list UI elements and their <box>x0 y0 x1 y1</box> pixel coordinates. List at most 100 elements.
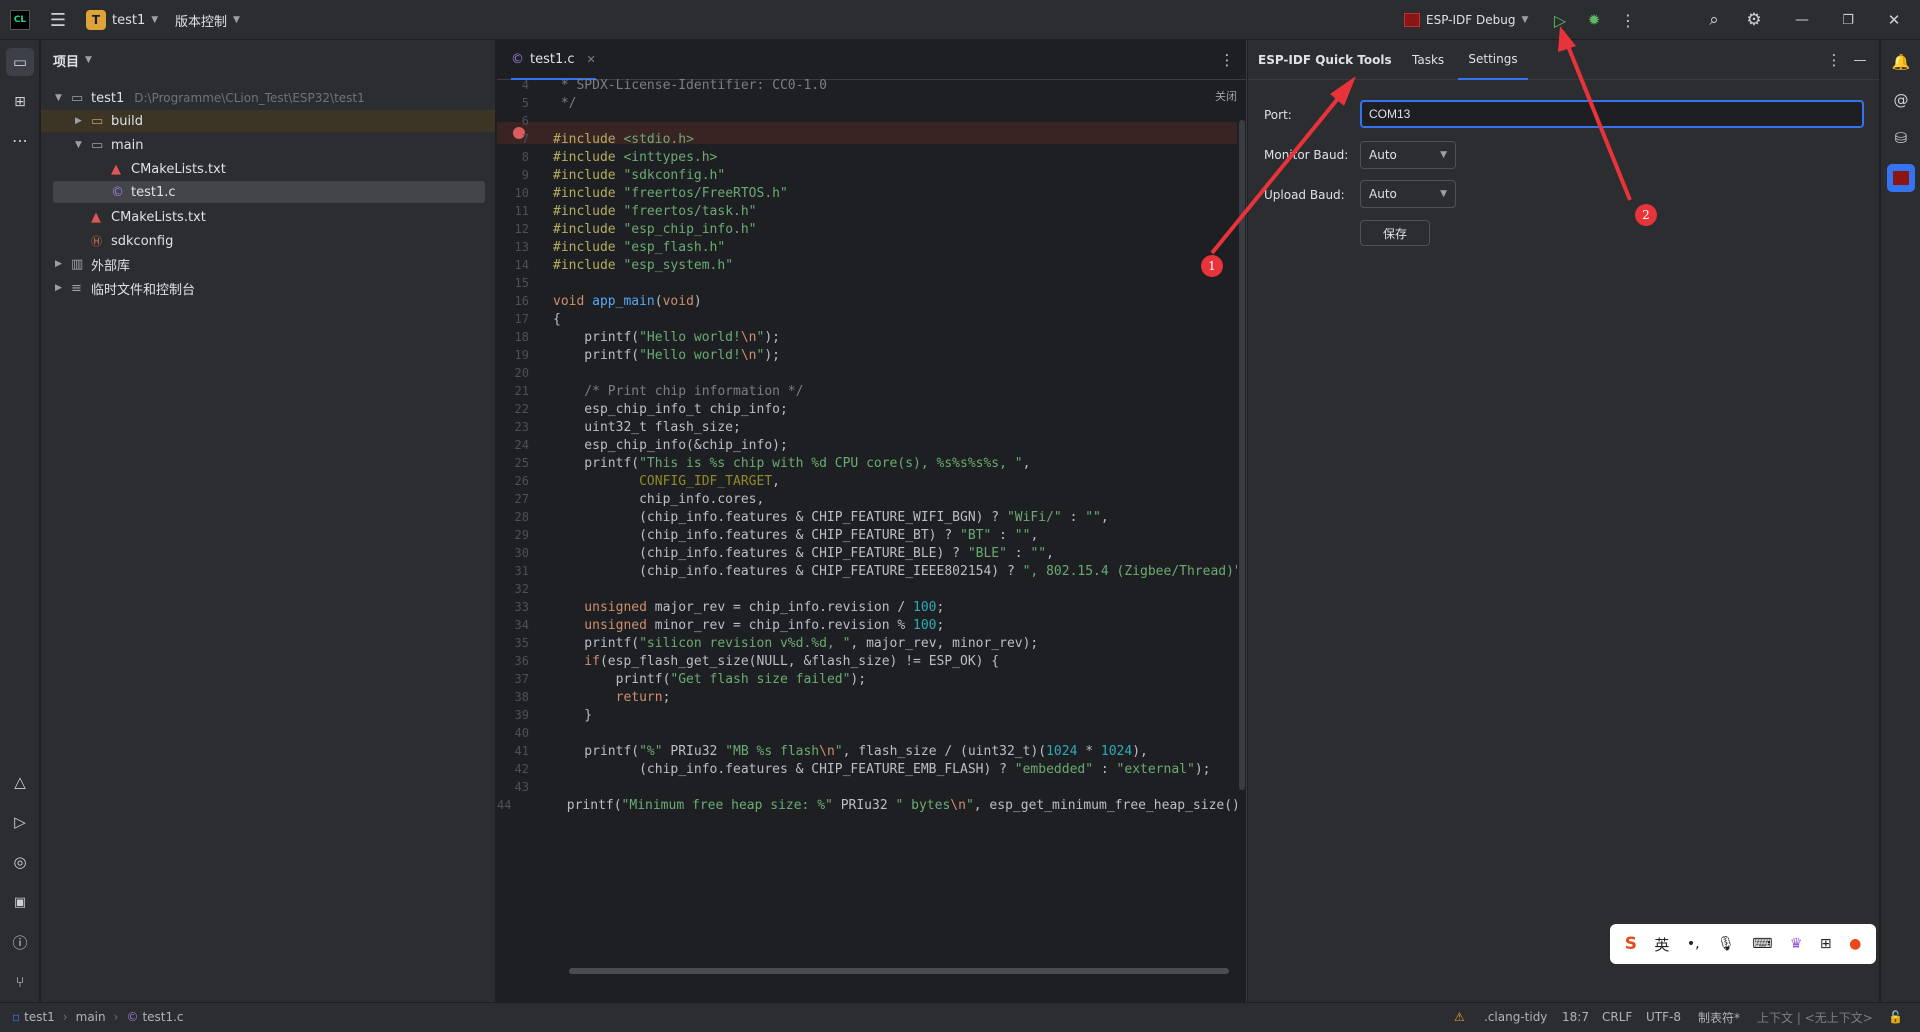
more-tools-icon[interactable]: ⋯ <box>6 126 34 154</box>
tree-item-sdkconfig[interactable]: Ⓗ sdkconfig <box>41 230 495 252</box>
port-input[interactable] <box>1360 100 1864 128</box>
upload-baud-select[interactable]: Auto ▼ <box>1360 180 1456 208</box>
project-panel-header[interactable]: 项目 ▼ <box>53 49 92 71</box>
minimize-icon[interactable]: — <box>1790 8 1814 32</box>
save-button[interactable]: 保存 <box>1360 220 1430 246</box>
tab-tasks[interactable]: Tasks <box>1412 40 1444 80</box>
notifications-icon[interactable]: 🔔 <box>1887 48 1915 76</box>
punctuation-icon[interactable]: •, <box>1687 936 1700 952</box>
tree-item-build[interactable]: ▶ ▭ build <box>41 110 495 132</box>
breadcrumb[interactable]: ▫ test1 › main › © test1.c <box>12 1003 184 1031</box>
line-number: 41 <box>514 744 529 758</box>
line-number: 23 <box>514 420 529 434</box>
code-text: printf("Hello world!\n"); <box>553 329 780 345</box>
tree-item-cmakelists-root[interactable]: ▲ CMakeLists.txt <box>41 206 495 228</box>
folder-icon[interactable]: ▭ <box>6 48 34 76</box>
mascot-icon[interactable]: ● <box>1849 936 1861 952</box>
restore-icon[interactable]: ❐ <box>1836 8 1860 32</box>
file-encoding[interactable]: UTF-8 <box>1646 1003 1681 1031</box>
warning-icon[interactable]: ⚠ <box>1454 1003 1465 1031</box>
debug-icon[interactable]: ✹ <box>1582 8 1606 32</box>
line-number: 35 <box>514 636 529 650</box>
keyboard-icon[interactable]: ⌨ <box>1752 936 1772 952</box>
code-text: #include "freertos/task.h" <box>553 203 757 219</box>
code-text: (chip_info.features & CHIP_FEATURE_IEEE8… <box>553 563 1237 579</box>
run-tool-icon[interactable]: ▷ <box>6 808 34 836</box>
chevron-down-icon: ▼ <box>1521 15 1529 25</box>
tree-item-external-libs[interactable]: ▶ ▥ 外部库 <box>41 253 495 275</box>
line-number: 28 <box>514 510 529 524</box>
code-text: #include "freertos/FreeRTOS.h" <box>553 185 788 201</box>
tree-item-scratches[interactable]: ▶ ≡ 临时文件和控制台 <box>41 277 495 299</box>
indent-setting[interactable]: 制表符* <box>1698 1003 1740 1031</box>
inspection-profile[interactable]: .clang-tidy <box>1484 1003 1547 1031</box>
code-area[interactable]: 4 * SPDX-License-Identifier: CC0-1.0 5 */… <box>497 0 1237 958</box>
problems-icon[interactable]: △ <box>6 768 34 796</box>
code-text: { <box>553 311 561 327</box>
terminal-icon[interactable]: ▣ <box>6 888 34 916</box>
project-switcher[interactable]: T test1 ▼ <box>86 9 158 31</box>
code-text: */ <box>553 95 577 111</box>
tab-settings[interactable]: Settings <box>1458 40 1528 80</box>
breadcrumb-item[interactable]: main <box>76 1010 106 1024</box>
microphone-icon[interactable]: 🎙 <box>1717 936 1735 952</box>
lock-icon[interactable]: 🔓 <box>1888 1003 1903 1031</box>
breadcrumb-item[interactable]: test1.c <box>142 1010 183 1024</box>
line-number: 10 <box>514 186 529 200</box>
editor-hscrollbar[interactable] <box>569 968 1229 974</box>
line-number: 33 <box>514 600 529 614</box>
line-number: 36 <box>514 654 529 668</box>
line-number: 44 <box>497 798 512 812</box>
search-icon[interactable]: ⌕ <box>1702 8 1726 32</box>
run-config-selector[interactable]: ESP-IDF Debug ▼ <box>1404 9 1528 31</box>
line-number: 26 <box>514 474 529 488</box>
ime-lang-toggle[interactable]: 英 <box>1654 934 1669 955</box>
tool-options-icon[interactable]: ⋮ <box>1822 48 1846 72</box>
run-icon[interactable]: ▷ <box>1548 8 1572 32</box>
folder-icon: ▭ <box>91 113 104 129</box>
chevron-down-icon: ▼ <box>85 55 92 65</box>
code-text: (chip_info.features & CHIP_FEATURE_EMB_F… <box>553 761 1211 777</box>
skin-icon[interactable]: ♛ <box>1790 936 1803 952</box>
code-text: #include "esp_system.h" <box>553 257 734 273</box>
line-number: 27 <box>514 492 529 506</box>
tree-item-test1c[interactable]: © test1.c <box>53 181 485 203</box>
vcs-menu[interactable]: 版本控制 ▼ <box>175 9 240 31</box>
status-bar: ▫ test1 › main › © test1.c ⚠ .clang-tidy… <box>0 1002 1920 1032</box>
tree-root[interactable]: ▼ ▭ test1 D:\Programme\CLion_Test\ESP32\… <box>41 87 495 109</box>
main-menu-icon[interactable]: ☰ <box>46 8 70 32</box>
code-line[interactable]: 44 printf("Minimum free heap size: %" PR… <box>497 794 1237 816</box>
ai-assistant-icon[interactable]: @ <box>1887 86 1915 114</box>
monitor-baud-select[interactable]: Auto ▼ <box>1360 141 1456 169</box>
more-actions-icon[interactable]: ⋮ <box>1616 8 1640 32</box>
esp-idf-tool-icon[interactable] <box>1887 164 1915 192</box>
close-window-icon[interactable]: ✕ <box>1882 8 1906 32</box>
line-number: 15 <box>514 276 529 290</box>
caret-position[interactable]: 18:7 <box>1562 1003 1589 1031</box>
alert-icon[interactable]: ⓘ <box>6 928 34 956</box>
ime-toolbar[interactable]: S 英 •, 🎙 ⌨ ♛ ⊞ ● <box>1610 924 1876 964</box>
line-separator[interactable]: CRLF <box>1602 1003 1632 1031</box>
editor-scrollbar[interactable] <box>1239 120 1245 790</box>
tree-item-cmakelists-main[interactable]: ▲ CMakeLists.txt <box>41 158 495 180</box>
database-icon[interactable]: ⛁ <box>1887 124 1915 152</box>
line-number: 7 <box>521 132 529 146</box>
services-icon[interactable]: ◎ <box>6 848 34 876</box>
code-text: printf("%" PRIu32 "MB %s flash\n", flash… <box>553 743 1148 759</box>
run-config-label: ESP-IDF Debug <box>1426 13 1516 27</box>
toolbox-icon[interactable]: ⊞ <box>1820 936 1832 952</box>
line-number: 38 <box>514 690 529 704</box>
tree-item-main[interactable]: ▼ ▭ main <box>41 134 495 156</box>
context-switcher[interactable]: 上下文 | <无上下文> <box>1757 1003 1873 1031</box>
hide-panel-icon[interactable]: — <box>1848 48 1872 72</box>
annotation-badge-2: 2 <box>1635 204 1657 226</box>
code-text: } <box>553 707 593 723</box>
git-icon[interactable]: ⑂ <box>6 968 34 996</box>
line-number: 24 <box>514 438 529 452</box>
gear-icon[interactable]: ⚙ <box>1742 8 1766 32</box>
breadcrumb-item[interactable]: test1 <box>24 1010 55 1024</box>
structure-icon[interactable]: ⊞ <box>6 88 34 116</box>
c-file-icon: © <box>111 184 124 200</box>
line-number: 37 <box>514 672 529 686</box>
code-text: * SPDX-License-Identifier: CC0-1.0 <box>553 77 827 93</box>
